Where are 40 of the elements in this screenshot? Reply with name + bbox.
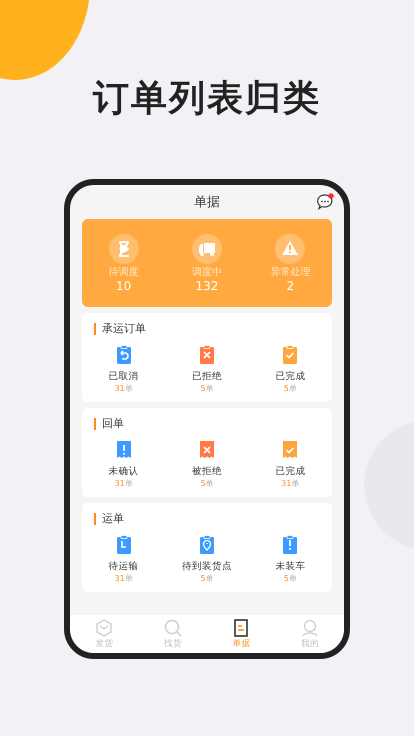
status-label: 未确认: [108, 465, 139, 478]
message-button[interactable]: [316, 193, 334, 211]
hourglass-icon: [108, 234, 139, 264]
order-count: 31单: [281, 478, 300, 489]
status-label: 已拒绝: [192, 370, 222, 383]
order-count: 5单: [200, 383, 214, 394]
summary-label: 调度中: [192, 266, 222, 278]
summary-value: 10: [116, 278, 132, 292]
summary-value: 2: [286, 278, 294, 292]
summary-label: 待调度: [108, 266, 139, 278]
order-count: 5单: [200, 478, 214, 489]
screen-title: 单据: [194, 194, 220, 211]
status-label: 未装车: [275, 560, 306, 573]
nav-tab[interactable]: 我的: [276, 615, 344, 653]
nav-tab[interactable]: 发货: [70, 615, 138, 653]
status-label: 已完成: [275, 370, 306, 383]
order-count: 31单: [114, 383, 133, 394]
section-title: 回单: [94, 418, 332, 430]
status-label: 待到装货点: [182, 560, 232, 573]
status-label: 已完成: [275, 465, 306, 478]
status-label: 已取消: [108, 370, 139, 383]
order-count: 31单: [114, 573, 133, 584]
status-label: 被拒绝: [192, 465, 222, 478]
section-title: 承运订单: [94, 323, 332, 335]
warning-icon: [275, 234, 306, 264]
order-count: 5单: [200, 573, 214, 584]
truck-icon: [192, 234, 222, 264]
nav-tab[interactable]: 单据: [207, 615, 276, 653]
search-icon: [162, 618, 183, 638]
nav-tab[interactable]: 找货: [138, 615, 207, 653]
headline: 订单列表归类: [93, 77, 321, 121]
person-icon: [300, 618, 320, 638]
status-label: 待运输: [108, 560, 139, 573]
section-title: 运单: [94, 513, 332, 525]
hexagon-icon: [94, 618, 114, 638]
order-count: 5单: [284, 383, 297, 394]
order-count: 31单: [114, 478, 133, 489]
summary-label: 异常处理: [270, 266, 310, 278]
order-count: 5单: [284, 573, 297, 584]
summary-value: 132: [196, 278, 218, 292]
